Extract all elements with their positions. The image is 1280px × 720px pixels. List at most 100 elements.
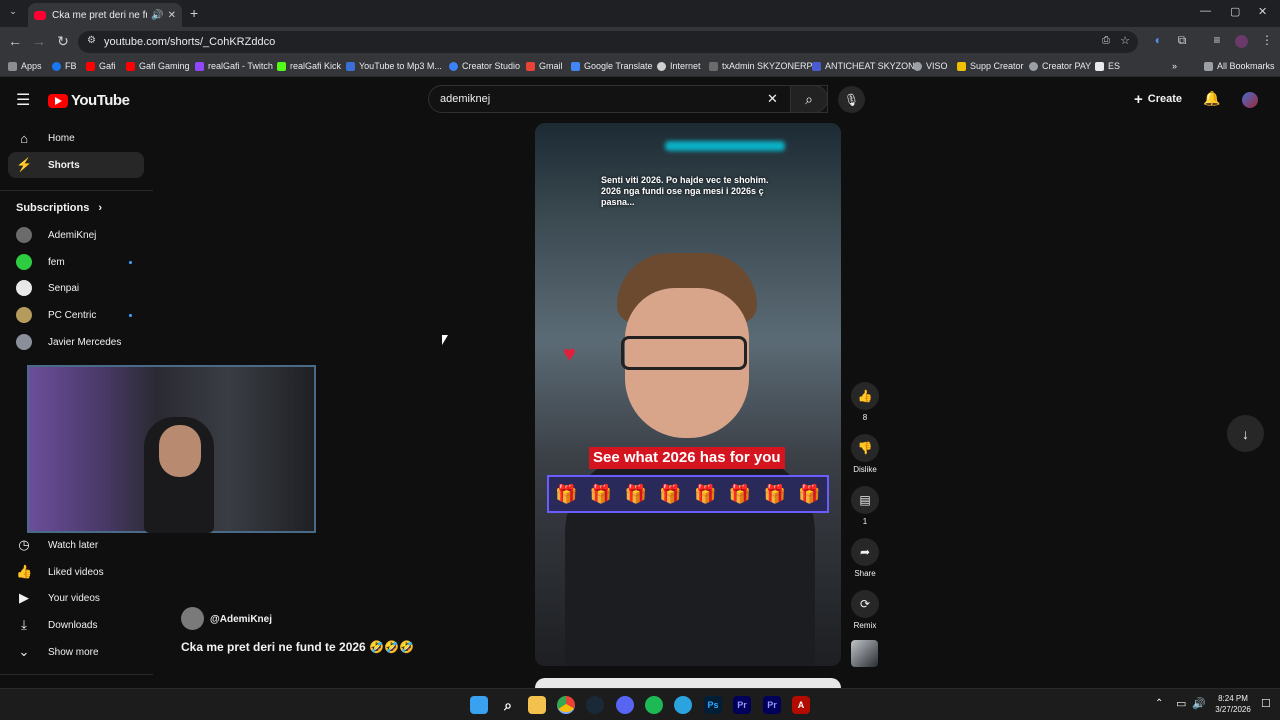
browser-tab-active[interactable]: Cka me pret deri ne fund te 🔊 ✕ — [28, 3, 182, 27]
bookmark-viso[interactable]: VISO — [913, 61, 948, 71]
sidebar-item-your-videos[interactable]: ▶ Your videos — [8, 585, 144, 611]
anticheat-icon — [812, 61, 821, 71]
spotify-icon[interactable] — [645, 696, 663, 714]
premiere-icon[interactable]: Pr — [733, 696, 751, 714]
sound-thumbnail[interactable] — [851, 640, 878, 667]
extensions-puzzle-icon[interactable]: ⧉ — [1173, 33, 1191, 48]
bookmark-apps[interactable]: Apps — [8, 61, 42, 71]
acrobat-icon[interactable]: A — [792, 696, 810, 714]
notification-center-icon[interactable]: ☐ — [1261, 697, 1271, 710]
reload-icon[interactable]: ↻ — [54, 33, 72, 50]
bookmark-twitch[interactable]: realGafi - Twitch — [195, 61, 273, 71]
bookmark-es[interactable]: ES — [1095, 61, 1120, 71]
like-button[interactable]: 👍 8 — [850, 382, 880, 422]
sidebar-item-watch-later[interactable]: ◷ Watch later — [8, 532, 144, 558]
maximize-icon[interactable]: ▢ — [1230, 5, 1240, 18]
bookmark-yt-mp3[interactable]: YouTube to Mp3 M... — [346, 61, 442, 71]
tab-list-chevron-icon[interactable]: ⌄ — [6, 6, 20, 20]
search-button[interactable]: ⌕ — [790, 85, 828, 113]
media-controls-icon[interactable]: ≡ — [1208, 33, 1226, 47]
share-button[interactable]: ➦ Share — [850, 538, 880, 578]
discord-icon[interactable] — [616, 696, 634, 714]
chevron-right-icon: › — [98, 202, 103, 214]
sidebar-item-show-more[interactable]: ⌄ Show more — [8, 639, 144, 665]
bookmarks-overflow-icon[interactable]: » — [1172, 61, 1177, 71]
create-button[interactable]: + Create — [1126, 86, 1190, 112]
premiere-icon[interactable]: Pr — [763, 696, 781, 714]
telegram-icon[interactable] — [674, 696, 692, 714]
chrome-icon[interactable] — [557, 696, 575, 714]
window-close-icon[interactable]: ✕ — [1258, 5, 1267, 18]
remix-button[interactable]: ⟳ Remix — [850, 590, 880, 630]
bookmark-txadmin[interactable]: txAdmin SKYZONERP — [709, 61, 813, 71]
subscriptions-header[interactable]: Subscriptions › — [16, 202, 102, 214]
youtube-logo[interactable]: YouTube — [48, 92, 130, 109]
subscription-item[interactable]: Javier Mercedes — [8, 329, 144, 355]
subscription-item[interactable]: fem — [8, 249, 144, 275]
tab-close-icon[interactable]: ✕ — [168, 10, 176, 21]
bookmark-fb[interactable]: FB — [52, 61, 77, 71]
subscription-item[interactable]: Senpai — [8, 275, 144, 301]
photoshop-icon[interactable]: Ps — [704, 696, 722, 714]
comments-button[interactable]: ▤ 1 — [850, 486, 880, 526]
bookmark-star-icon[interactable]: ☆ — [1120, 34, 1130, 47]
search-input[interactable]: ademiknej ✕ — [428, 85, 828, 113]
sidebar-item-shorts[interactable]: ⚡ Shorts — [8, 152, 144, 178]
channel-avatar[interactable] — [181, 607, 204, 630]
extension-icon[interactable]: ◖ — [1148, 33, 1166, 47]
bookmark-creator-pay[interactable]: Creator PAY — [1029, 61, 1091, 71]
notifications-bell-icon[interactable]: 🔔 — [1203, 90, 1220, 107]
clock[interactable]: 8:24 PM 3/27/2026 — [1212, 693, 1254, 715]
bookmark-gmail[interactable]: Gmail — [526, 61, 563, 71]
all-bookmarks[interactable]: All Bookmarks — [1204, 61, 1275, 71]
bookmark-creator-studio[interactable]: Creator Studio — [449, 61, 520, 71]
account-avatar[interactable] — [1242, 92, 1258, 108]
volume-icon[interactable]: 🔊 — [1192, 697, 1206, 710]
dislike-button[interactable]: 👎 Dislike — [850, 434, 880, 474]
steam-icon[interactable] — [586, 696, 604, 714]
arrow-down-icon: ↓ — [1242, 425, 1249, 442]
back-icon[interactable]: ← — [6, 33, 24, 49]
file-explorer-icon[interactable] — [528, 696, 546, 714]
tray-overflow-icon[interactable]: ⌃ — [1155, 698, 1163, 709]
bookmark-kick[interactable]: realGafi Kick — [277, 61, 341, 71]
channel-handle[interactable]: @AdemiKnej — [210, 614, 272, 625]
clock-date: 3/27/2026 — [1215, 705, 1251, 714]
subscription-item[interactable]: PC Centric — [8, 302, 144, 328]
start-windows-icon[interactable] — [470, 696, 488, 714]
next-short-button[interactable]: ↓ — [1227, 415, 1264, 452]
clear-search-icon[interactable]: ✕ — [767, 91, 778, 107]
install-app-icon[interactable]: ⎙ — [1102, 35, 1110, 46]
globe-icon — [913, 61, 922, 71]
sidebar-item-downloads[interactable]: ⤓ Downloads — [8, 612, 144, 638]
search-icon[interactable]: ⌕ — [499, 696, 517, 714]
bookmark-google-translate[interactable]: Google Translate — [571, 61, 653, 71]
audio-icon[interactable]: 🔊 — [151, 10, 163, 21]
forward-icon[interactable]: → — [30, 33, 48, 49]
new-tab-icon[interactable]: + — [190, 5, 198, 21]
github-icon — [657, 61, 666, 71]
sidebar-item-home[interactable]: ⌂ Home — [8, 125, 144, 151]
browser-menu-icon[interactable]: ⋮ — [1258, 33, 1276, 47]
translate-icon — [571, 61, 580, 71]
kick-icon — [277, 61, 286, 71]
address-bar[interactable]: ⚙ youtube.com/shorts/_CohKRZddco ⎙ ☆ — [78, 31, 1138, 53]
download-icon: ⤓ — [21, 617, 27, 632]
bookmark-supp-creator[interactable]: Supp Creator — [957, 61, 1024, 71]
hamburger-menu-icon[interactable]: ☰ — [16, 90, 30, 110]
sidebar-divider — [0, 190, 153, 191]
sidebar-item-liked-videos[interactable]: 👍 Liked videos — [8, 559, 144, 585]
voice-search-mic-icon[interactable]: 🎙 — [838, 86, 865, 113]
bookmark-anticheat[interactable]: ANTICHEAT SKYZONE — [812, 61, 921, 71]
facebook-icon — [52, 61, 61, 71]
network-icon[interactable]: ▭ — [1176, 697, 1186, 710]
subscription-item[interactable]: AdemiKnej — [8, 222, 144, 248]
bookmark-gafi-gaming[interactable]: Gafi Gaming — [126, 61, 190, 71]
bookmark-internet[interactable]: Internet — [657, 61, 701, 71]
profile-avatar[interactable] — [1235, 35, 1248, 48]
site-info-icon[interactable]: ⚙ — [87, 35, 96, 46]
short-video-player[interactable]: Senti viti 2026. Po hajde vec te shohim.… — [535, 123, 841, 666]
bookmark-gafi[interactable]: Gafi — [86, 61, 116, 71]
gift-icon: 🎁 — [763, 483, 787, 504]
minimize-icon[interactable]: — — [1200, 5, 1211, 17]
